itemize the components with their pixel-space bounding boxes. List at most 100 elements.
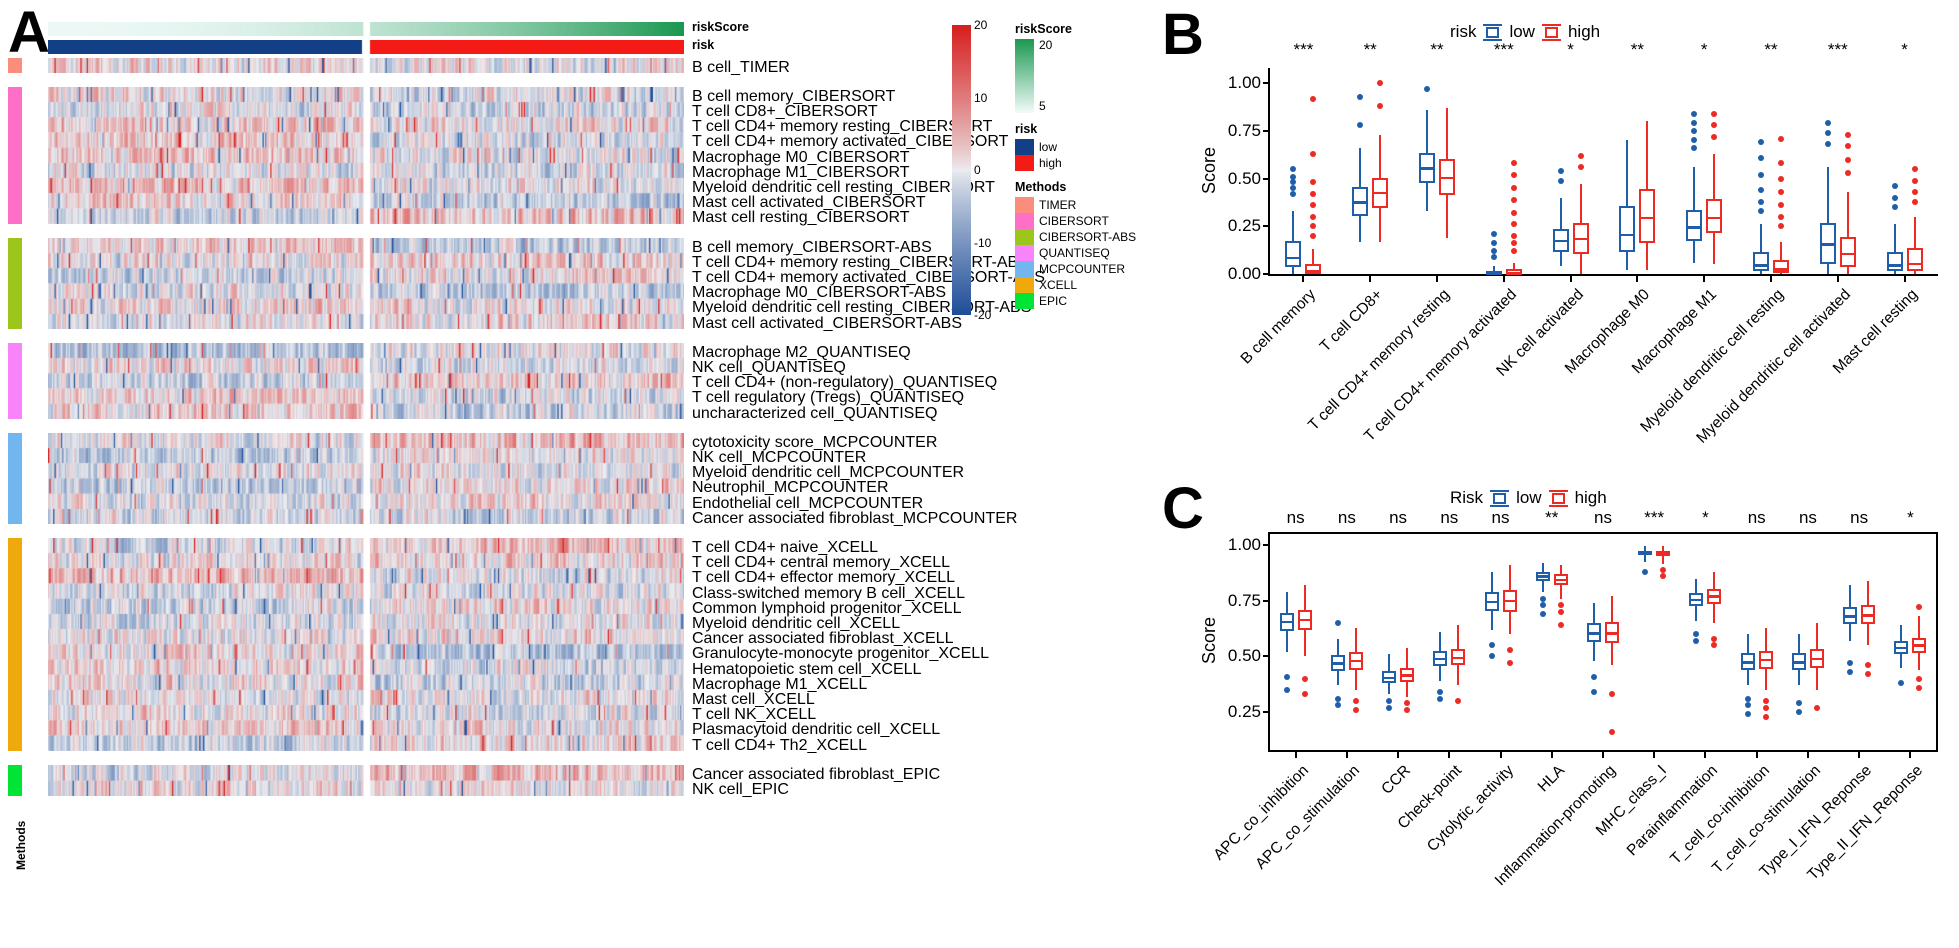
y-tick-label: 0.50 <box>1227 168 1261 188</box>
median-line <box>1400 674 1415 677</box>
outlier-point <box>1762 713 1769 720</box>
legend-title: Risk <box>1450 488 1484 507</box>
outlier-point <box>1352 706 1359 713</box>
legend-key-low <box>1483 23 1503 41</box>
riskscore-gradient-swatch <box>1015 39 1034 113</box>
outlier-point <box>1758 171 1764 178</box>
y-tick-label: 1.00 <box>1227 73 1261 93</box>
heatmap-row-label: uncharacterized cell_QUANTISEQ <box>692 404 938 422</box>
legend-title: Methods <box>1015 180 1067 194</box>
median-line <box>1639 216 1656 220</box>
method-color-bar-cibersort-abs <box>8 238 22 330</box>
x-axis-label: T cell CD8+ <box>1316 286 1387 356</box>
outlier-point <box>1711 635 1718 642</box>
x-tick-mark <box>1602 750 1604 758</box>
median-line <box>1758 658 1773 662</box>
median-line <box>1906 262 1923 265</box>
median-line <box>1433 657 1448 661</box>
outlier-point <box>1357 93 1364 100</box>
box <box>1285 240 1302 268</box>
significance-marker: ns <box>1850 508 1869 527</box>
outlier-point <box>1824 120 1831 127</box>
median-line <box>1348 659 1363 663</box>
legend-item-label: low <box>1039 140 1058 154</box>
heatmap-block-xcell <box>48 538 684 752</box>
legend-item: EPIC <box>1015 293 1155 309</box>
significance-marker: *** <box>1293 40 1314 59</box>
method-color-bar-cibersort <box>8 87 22 224</box>
significance-marker: ns <box>1594 508 1612 527</box>
significance-marker: ** <box>1430 40 1444 59</box>
y-tick-label: 0.25 <box>1227 702 1261 722</box>
method-color-bar-mcpcounter <box>8 433 22 525</box>
outlier-point <box>1711 642 1718 649</box>
legend-item: CIBERSORT <box>1015 213 1155 229</box>
median-line <box>1912 644 1927 647</box>
outlier-point <box>1310 223 1317 230</box>
legend-item-label: MCPCOUNTER <box>1039 262 1125 276</box>
legend-item: TIMER <box>1015 197 1155 213</box>
panel-b-y-axis-label: Score <box>1199 146 1220 195</box>
outlier-point <box>1916 684 1923 691</box>
y-tick-label: 0.75 <box>1227 120 1261 140</box>
x-tick-mark <box>1499 750 1502 758</box>
significance-marker: ns <box>1747 508 1766 527</box>
significance-marker: ns <box>1286 508 1305 527</box>
outlier-point <box>1891 183 1898 190</box>
significance-marker: * <box>1567 40 1574 59</box>
panel-c-plot-area: 0.25 0.50 0.75 1.00 APC_co_inhibition ns APC_c… <box>1210 508 1938 889</box>
median-line <box>1773 268 1789 271</box>
outlier-point <box>1283 686 1290 693</box>
outlier-point <box>1711 110 1718 117</box>
outlier-point <box>1660 573 1667 580</box>
outlier-point <box>1510 248 1517 255</box>
outlier-point <box>1609 691 1615 698</box>
outlier-point <box>1916 604 1923 611</box>
x-tick-mark <box>1436 274 1438 282</box>
median-line <box>1894 646 1909 650</box>
legend-item-label: high <box>1039 156 1062 170</box>
heatmap-colorbar: 20 10 0 -10 -20 <box>952 18 991 322</box>
significance-marker: ns <box>1491 508 1510 527</box>
heatmap-row-label: T cell CD4+ Th2_XCELL <box>692 736 868 754</box>
outlier-point <box>1591 689 1597 696</box>
box <box>1773 259 1789 274</box>
outlier-point <box>1437 689 1444 696</box>
median-line <box>1382 676 1397 680</box>
heatmap-block-mcpcounter <box>48 433 684 525</box>
median-line <box>1305 270 1322 273</box>
heatmap-row-label: Neutrophil_MCPCOUNTER <box>692 479 889 497</box>
heatmap-row-label: Plasmacytoid dendritic cell_XCELL <box>692 721 941 739</box>
legend-item-label: XCELL <box>1039 278 1078 292</box>
outlier-point <box>1310 95 1317 102</box>
median-line <box>1619 233 1636 237</box>
methods-axis-label: Methods <box>14 820 28 870</box>
panel-a-heatmap: A riskScore risk B cell_TIMER B cell memo… <box>0 0 1150 948</box>
outlier-point <box>1898 680 1905 687</box>
outlier-point <box>1510 232 1517 239</box>
legend-label-low: low <box>1509 22 1535 41</box>
legend-item: QUANTISEQ <box>1015 245 1155 261</box>
legend-item: CIBERSORT-ABS <box>1015 229 1155 245</box>
box <box>1906 248 1923 272</box>
significance-marker: *** <box>1493 40 1514 59</box>
legend-title: risk <box>1450 22 1477 41</box>
outlier-point <box>1557 608 1564 615</box>
box <box>1886 252 1903 272</box>
median-line <box>1605 632 1619 635</box>
median-line <box>1535 575 1550 578</box>
outlier-point <box>1490 253 1497 260</box>
median-line <box>1552 239 1569 243</box>
colorbar-tick-label: 10 <box>974 90 988 105</box>
median-line <box>1484 600 1499 604</box>
y-tick-label: 0.25 <box>1227 216 1261 236</box>
median-line <box>1861 614 1876 617</box>
median-line <box>1740 661 1755 664</box>
median-line <box>1285 256 1302 260</box>
y-tick-label: 1.00 <box>1227 535 1261 555</box>
outlier-point <box>1824 129 1831 136</box>
outlier-point <box>1386 698 1393 704</box>
significance-marker: * <box>1702 508 1709 527</box>
x-axis-label: APC_co_inhibition <box>1210 762 1312 864</box>
x-tick-mark <box>1369 274 1372 282</box>
